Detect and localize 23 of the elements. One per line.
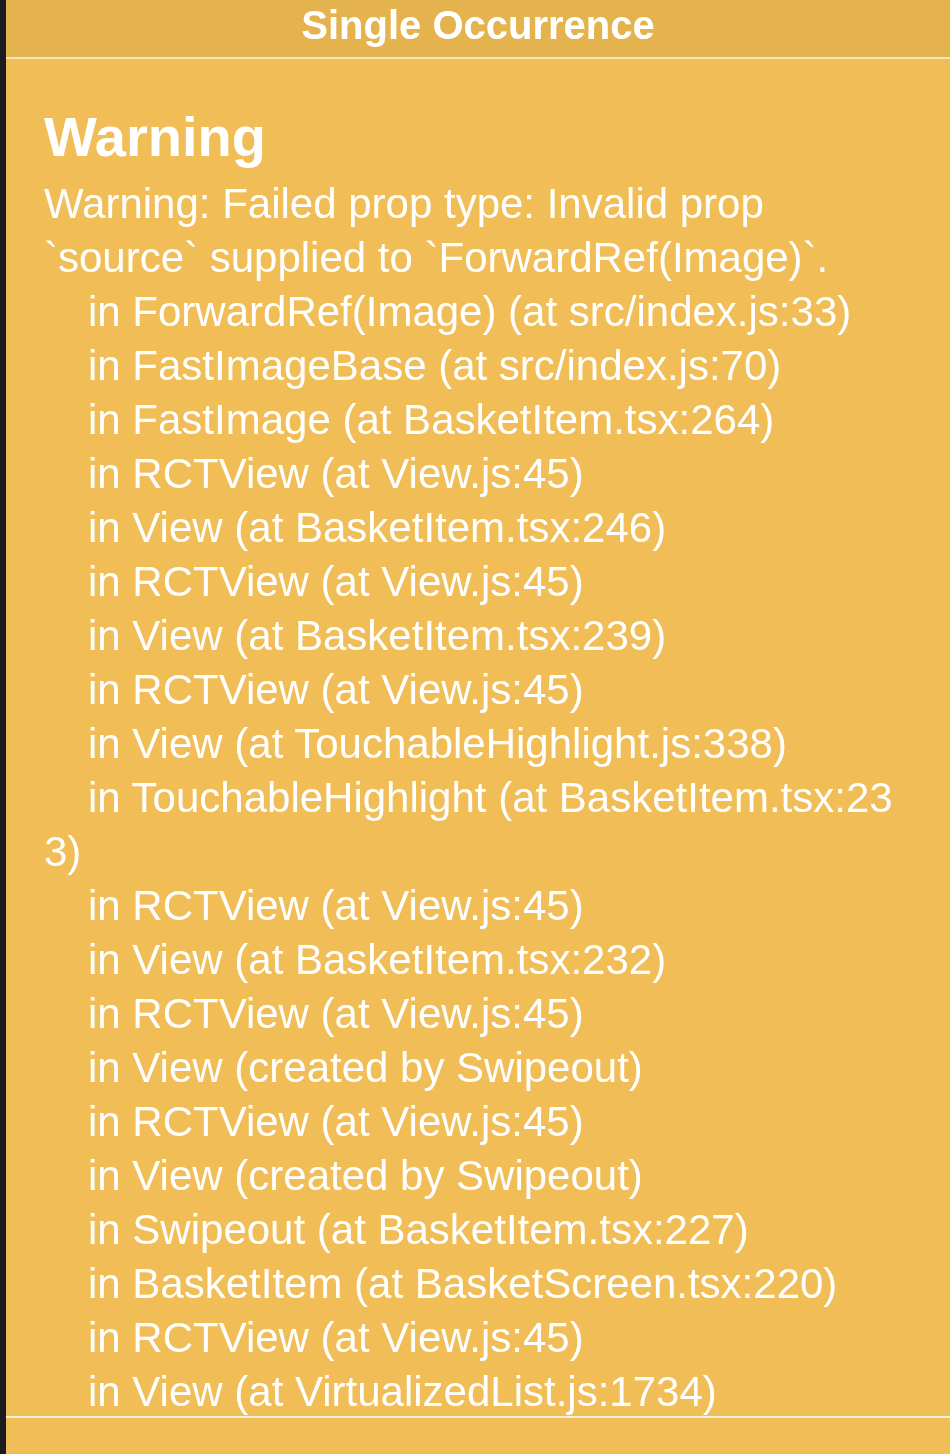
stack-trace-line: in View (created by Swipeout) bbox=[87, 1151, 644, 1201]
warning-title: Warning bbox=[44, 105, 267, 169]
stack-trace-line: in FastImage (at BasketItem.tsx:264) bbox=[87, 395, 776, 445]
stack-trace-line: in TouchableHighlight (at BasketItem.tsx:233) bbox=[44, 773, 894, 877]
stack-trace-line: in View (at BasketItem.tsx:246) bbox=[87, 503, 668, 553]
stack-trace-line: in RCTView (at View.js:45) bbox=[87, 557, 585, 607]
stack-trace-line: in BasketItem (at BasketScreen.tsx:220) bbox=[87, 1259, 839, 1309]
stack-trace-line: in View (at VirtualizedList.js:1734) bbox=[87, 1367, 718, 1416]
stack-trace-line: in RCTView (at View.js:45) bbox=[87, 989, 585, 1039]
stack-trace-line: in RCTView (at View.js:45) bbox=[87, 665, 585, 715]
stack-trace-line: in FastImageBase (at src/index.js:70) bbox=[87, 341, 783, 391]
stack-trace-line: in Swipeout (at BasketItem.tsx:227) bbox=[87, 1205, 750, 1255]
stack-trace-line: in RCTView (at View.js:45) bbox=[87, 1097, 585, 1147]
stack-trace-line: in View (at BasketItem.tsx:239) bbox=[87, 611, 668, 661]
stack-trace-line: in View (at BasketItem.tsx:232) bbox=[87, 935, 668, 985]
stack-trace-line: in View (at TouchableHighlight.js:338) bbox=[87, 719, 788, 769]
header-title: Single Occurrence bbox=[301, 2, 655, 48]
stack-trace-line: in RCTView (at View.js:45) bbox=[87, 881, 585, 931]
stack-trace-line: in RCTView (at View.js:45) bbox=[87, 449, 585, 499]
warning-message: Warning: Failed prop type: Invalid prop `source` supplied to `ForwardRef(Image)`. bbox=[44, 179, 830, 283]
stack-trace-line: in ForwardRef(Image) (at src/index.js:33) bbox=[87, 287, 853, 337]
stack-trace-line: in View (created by Swipeout) bbox=[87, 1043, 644, 1093]
stack-trace-line: in RCTView (at View.js:45) bbox=[87, 1313, 585, 1363]
